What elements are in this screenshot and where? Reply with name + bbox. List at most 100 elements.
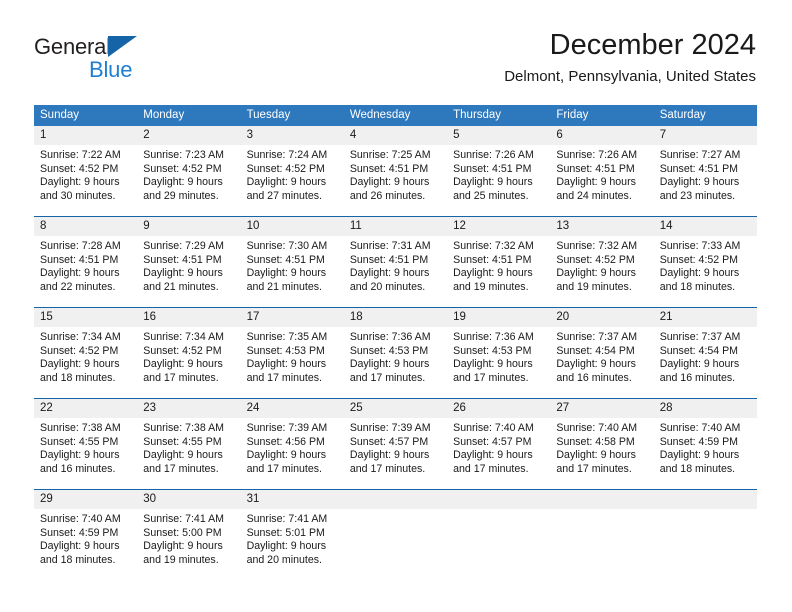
weekday-header-friday: Friday bbox=[556, 109, 589, 121]
daylight-text-line2: and 24 minutes. bbox=[556, 189, 632, 202]
sunset-text: Sunset: 4:56 PM bbox=[246, 435, 325, 448]
day-details: Sunrise: 7:24 AM Sunset: 4:52 PM Daylight:… bbox=[241, 145, 344, 203]
day-details: Sunrise: 7:31 AM Sunset: 4:51 PM Daylight:… bbox=[344, 236, 447, 294]
sunrise-text: Sunrise: 7:33 AM bbox=[659, 240, 741, 252]
day-details: Sunrise: 7:41 AM Sunset: 5:01 PM Daylight:… bbox=[241, 509, 344, 567]
day-cell[interactable]: 3 Sunrise: 7:24 AM Sunset: 4:52 PM Daylight… bbox=[240, 126, 344, 216]
day-cell[interactable]: 7 Sunrise: 7:27 AM Sunset: 4:51 PM Daylight… bbox=[653, 126, 757, 216]
sunset-text: Sunset: 4:52 PM bbox=[143, 162, 222, 175]
day-number: 25 bbox=[343, 399, 448, 418]
day-cell[interactable]: 14 Sunrise: 7:33 AM Sunset: 4:52 PM Dayligh… bbox=[653, 217, 757, 307]
title-block: December 2024 Delmont, Pennsylvania, Uni… bbox=[504, 28, 756, 88]
day-number: 16 bbox=[137, 308, 241, 327]
sunrise-text: Sunrise: 7:39 AM bbox=[349, 422, 431, 434]
day-number: 21 bbox=[653, 308, 757, 327]
daylight-text-line1: Daylight: 9 hours bbox=[349, 358, 430, 371]
day-details: Sunrise: 7:25 AM Sunset: 4:51 PM Daylight:… bbox=[344, 145, 447, 203]
day-cell[interactable]: 17 Sunrise: 7:35 AM Sunset: 4:53 PM Dayligh… bbox=[240, 308, 344, 398]
daylight-text-line2: and 18 minutes. bbox=[40, 553, 116, 566]
day-cell[interactable]: 11 Sunrise: 7:31 AM Sunset: 4:51 PM Dayligh… bbox=[343, 217, 448, 307]
day-number bbox=[550, 490, 654, 509]
day-cell-empty bbox=[653, 490, 757, 580]
week-row: 29 Sunrise: 7:40 AM Sunset: 4:59 PM Dayligh… bbox=[34, 489, 757, 580]
day-cell[interactable]: 28 Sunrise: 7:40 AM Sunset: 4:59 PM Dayligh… bbox=[653, 399, 757, 489]
day-cell[interactable]: 13 Sunrise: 7:32 AM Sunset: 4:52 PM Dayligh… bbox=[550, 217, 654, 307]
day-cell[interactable]: 24 Sunrise: 7:39 AM Sunset: 4:56 PM Dayligh… bbox=[240, 399, 344, 489]
day-cell[interactable]: 23 Sunrise: 7:38 AM Sunset: 4:55 PM Dayligh… bbox=[137, 399, 241, 489]
day-cell[interactable]: 19 Sunrise: 7:36 AM Sunset: 4:53 PM Dayligh… bbox=[447, 308, 551, 398]
daylight-text-line2: and 26 minutes. bbox=[349, 189, 426, 202]
sunrise-text: Sunrise: 7:37 AM bbox=[659, 331, 741, 343]
day-number: 1 bbox=[34, 126, 138, 145]
sunrise-text: Sunrise: 7:23 AM bbox=[143, 149, 224, 161]
sunrise-text: Sunrise: 7:40 AM bbox=[659, 422, 741, 434]
daylight-text-line1: Daylight: 9 hours bbox=[659, 267, 740, 280]
weekday-header-monday: Monday bbox=[143, 109, 185, 121]
day-details: Sunrise: 7:23 AM Sunset: 4:52 PM Daylight:… bbox=[137, 145, 240, 203]
daylight-text-line1: Daylight: 9 hours bbox=[246, 267, 327, 280]
daylight-text-line1: Daylight: 9 hours bbox=[349, 449, 430, 462]
daylight-text-line1: Daylight: 9 hours bbox=[349, 176, 430, 189]
daylight-text-line2: and 17 minutes. bbox=[246, 371, 322, 384]
day-cell[interactable]: 20 Sunrise: 7:37 AM Sunset: 4:54 PM Dayligh… bbox=[550, 308, 654, 398]
sunset-text: Sunset: 4:57 PM bbox=[349, 435, 429, 448]
generalblue-logo[interactable]: General Blue bbox=[34, 34, 234, 86]
sunset-text: Sunset: 4:51 PM bbox=[659, 162, 739, 175]
day-cell[interactable]: 26 Sunrise: 7:40 AM Sunset: 4:57 PM Dayligh… bbox=[447, 399, 551, 489]
day-cell[interactable]: 21 Sunrise: 7:37 AM Sunset: 4:54 PM Dayligh… bbox=[653, 308, 757, 398]
day-cell[interactable]: 5 Sunrise: 7:26 AM Sunset: 4:51 PM Daylight… bbox=[447, 126, 551, 216]
day-cell[interactable]: 8 Sunrise: 7:28 AM Sunset: 4:51 PM Daylight… bbox=[34, 217, 138, 307]
day-cell[interactable]: 27 Sunrise: 7:40 AM Sunset: 4:58 PM Dayligh… bbox=[550, 399, 654, 489]
sunset-text: Sunset: 4:59 PM bbox=[40, 526, 119, 539]
logo-triangle-icon bbox=[108, 36, 137, 57]
day-cell[interactable]: 25 Sunrise: 7:39 AM Sunset: 4:57 PM Dayligh… bbox=[343, 399, 448, 489]
day-details: Sunrise: 7:27 AM Sunset: 4:51 PM Daylight:… bbox=[654, 145, 757, 203]
daylight-text-line1: Daylight: 9 hours bbox=[143, 176, 223, 189]
daylight-text-line2: and 17 minutes. bbox=[349, 371, 426, 384]
day-number: 31 bbox=[240, 490, 344, 509]
week-row: 1 Sunrise: 7:22 AM Sunset: 4:52 PM Daylight… bbox=[34, 126, 757, 216]
day-cell[interactable]: 29 Sunrise: 7:40 AM Sunset: 4:59 PM Dayligh… bbox=[34, 490, 138, 580]
sunset-text: Sunset: 4:51 PM bbox=[246, 253, 325, 266]
day-details: Sunrise: 7:40 AM Sunset: 4:58 PM Daylight:… bbox=[550, 418, 653, 476]
day-cell[interactable]: 31 Sunrise: 7:41 AM Sunset: 5:01 PM Dayligh… bbox=[240, 490, 344, 580]
daylight-text-line1: Daylight: 9 hours bbox=[40, 540, 120, 553]
sunrise-text: Sunrise: 7:22 AM bbox=[40, 149, 121, 161]
weekday-header-saturday: Saturday bbox=[659, 109, 706, 121]
sunrise-text: Sunrise: 7:31 AM bbox=[349, 240, 431, 252]
day-cell[interactable]: 16 Sunrise: 7:34 AM Sunset: 4:52 PM Dayligh… bbox=[137, 308, 241, 398]
sunset-text: Sunset: 4:55 PM bbox=[143, 435, 222, 448]
daylight-text-line1: Daylight: 9 hours bbox=[659, 176, 740, 189]
daylight-text-line1: Daylight: 9 hours bbox=[143, 358, 223, 371]
day-cell[interactable]: 15 Sunrise: 7:34 AM Sunset: 4:52 PM Dayligh… bbox=[34, 308, 138, 398]
day-cell[interactable]: 9 Sunrise: 7:29 AM Sunset: 4:51 PM Daylight… bbox=[137, 217, 241, 307]
day-cell[interactable]: 30 Sunrise: 7:41 AM Sunset: 5:00 PM Dayligh… bbox=[137, 490, 241, 580]
daylight-text-line1: Daylight: 9 hours bbox=[143, 540, 223, 553]
day-details: Sunrise: 7:39 AM Sunset: 4:56 PM Daylight:… bbox=[241, 418, 344, 476]
day-cell[interactable]: 18 Sunrise: 7:36 AM Sunset: 4:53 PM Dayligh… bbox=[343, 308, 448, 398]
day-number: 30 bbox=[137, 490, 241, 509]
day-cell[interactable]: 10 Sunrise: 7:30 AM Sunset: 4:51 PM Dayligh… bbox=[240, 217, 344, 307]
daylight-text-line2: and 17 minutes. bbox=[556, 462, 632, 475]
day-cell[interactable]: 4 Sunrise: 7:25 AM Sunset: 4:51 PM Daylight… bbox=[343, 126, 448, 216]
day-details: Sunrise: 7:41 AM Sunset: 5:00 PM Daylight:… bbox=[137, 509, 240, 567]
day-cell[interactable]: 12 Sunrise: 7:32 AM Sunset: 4:51 PM Dayligh… bbox=[447, 217, 551, 307]
sunrise-text: Sunrise: 7:28 AM bbox=[40, 240, 121, 252]
day-cell[interactable]: 2 Sunrise: 7:23 AM Sunset: 4:52 PM Daylight… bbox=[137, 126, 241, 216]
calendar-page: General Blue December 2024 Delmont, Penn… bbox=[0, 0, 792, 612]
sunrise-text: Sunrise: 7:32 AM bbox=[556, 240, 638, 252]
day-cell[interactable]: 22 Sunrise: 7:38 AM Sunset: 4:55 PM Dayligh… bbox=[34, 399, 138, 489]
daylight-text-line1: Daylight: 9 hours bbox=[349, 267, 430, 280]
sunrise-text: Sunrise: 7:41 AM bbox=[246, 513, 328, 525]
week-row: 8 Sunrise: 7:28 AM Sunset: 4:51 PM Daylight… bbox=[34, 216, 757, 307]
sunrise-text: Sunrise: 7:41 AM bbox=[143, 513, 224, 525]
weeks-container: 1 Sunrise: 7:22 AM Sunset: 4:52 PM Daylight… bbox=[34, 126, 757, 580]
sunset-text: Sunset: 4:57 PM bbox=[453, 435, 532, 448]
sunset-text: Sunset: 4:53 PM bbox=[453, 344, 532, 357]
day-cell[interactable]: 6 Sunrise: 7:26 AM Sunset: 4:51 PM Daylight… bbox=[550, 126, 654, 216]
day-number: 8 bbox=[34, 217, 138, 236]
sunset-text: Sunset: 4:52 PM bbox=[40, 162, 119, 175]
day-cell[interactable]: 1 Sunrise: 7:22 AM Sunset: 4:52 PM Daylight… bbox=[34, 126, 138, 216]
day-details: Sunrise: 7:34 AM Sunset: 4:52 PM Daylight:… bbox=[34, 327, 137, 385]
sunset-text: Sunset: 4:51 PM bbox=[349, 162, 429, 175]
